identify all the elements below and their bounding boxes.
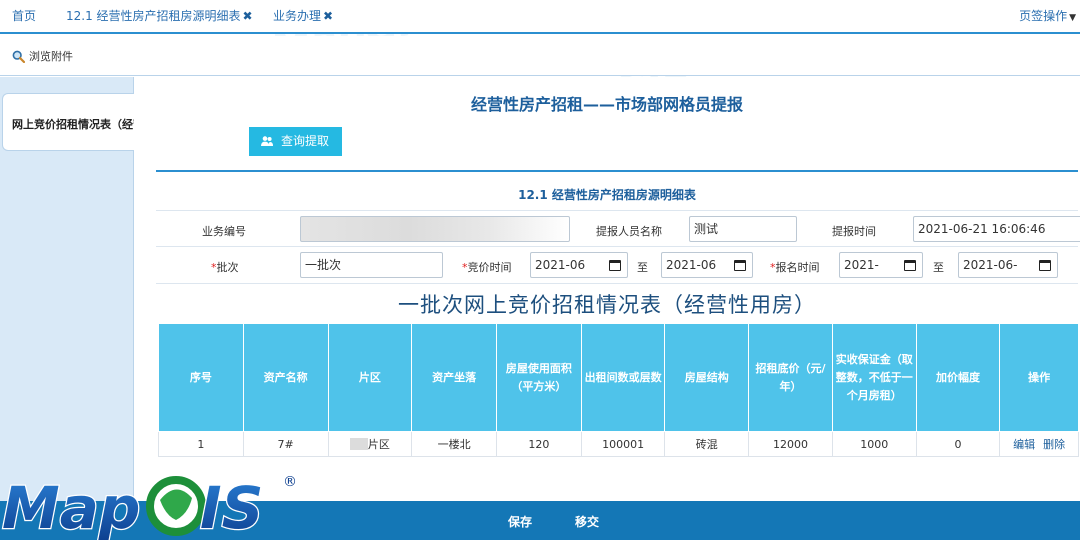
svg-text:Map: Map: [2, 474, 140, 540]
cell-actions: 编辑 删除: [999, 431, 1079, 457]
form-row: *批次 一批次 *竞价时间 2021-06 至 2021-06 *报名时间 20…: [156, 247, 1078, 284]
calendar-icon[interactable]: [904, 260, 916, 271]
signup-time-to-value: 2021-06-: [963, 258, 1018, 272]
reporter-field[interactable]: 测试: [689, 216, 797, 242]
batch-label: *批次: [211, 259, 239, 275]
bid-time-label: *竞价时间: [462, 259, 512, 275]
bid-time-label-text: 竞价时间: [467, 261, 512, 274]
svg-text:IS: IS: [200, 474, 263, 540]
signup-time-label-text: 报名时间: [775, 261, 820, 274]
bid-time-to-field[interactable]: 2021-06: [661, 252, 753, 278]
column-header: 加价幅度: [915, 323, 1001, 432]
users-icon: [261, 136, 273, 146]
table-header-row: 序号 资产名称 片区 资产坐落 房屋使用面积（平方米） 出租间数或层数 房屋结构…: [158, 323, 1079, 432]
calendar-icon[interactable]: [734, 260, 746, 271]
range-to-label: 至: [637, 261, 648, 274]
column-header: 资产坐落: [411, 323, 497, 432]
section-title: 12.1 经营性房产招租房源明细表: [518, 188, 696, 202]
close-icon[interactable]: ✖: [243, 9, 253, 23]
page-title: 经营性房产招租——市场部网格员提报: [470, 95, 743, 114]
save-button[interactable]: 保存: [508, 513, 532, 530]
batch-label-text: 批次: [216, 261, 239, 274]
table-row: 1 7# 片区 一楼北 120 100001 砖混 12000 1000 0 编…: [158, 431, 1079, 457]
business-no-field[interactable]: [300, 216, 570, 242]
signup-time-from-value: 2021-: [844, 258, 879, 272]
tab-label: 业务办理: [273, 9, 322, 23]
close-icon[interactable]: ✖: [323, 9, 333, 23]
tab-house-rental-detail[interactable]: 12.1 经营性房产招租房源明细表 ✖: [66, 0, 253, 32]
column-header: 出租间数或层数: [580, 323, 666, 432]
left-nav-item-label: 网上竞价招租情况表（经营: [12, 118, 134, 131]
browse-attachments-button[interactable]: 浏览附件: [12, 48, 73, 66]
redacted-text: [349, 438, 368, 450]
query-extract-button[interactable]: 查询提取: [249, 127, 342, 156]
tab-bar: 首页 12.1 经营性房产招租房源明细表 ✖ 业务办理 ✖ 页签操作 ▼: [0, 0, 1080, 34]
cell-deposit: 1000: [831, 431, 917, 457]
search-icon: [12, 50, 26, 64]
column-header: 资产名称: [242, 323, 329, 432]
cell-usable-area: 120: [495, 431, 582, 457]
toolbar: 浏览附件: [0, 36, 1080, 76]
business-no-label: 业务编号: [202, 225, 246, 238]
batch-field[interactable]: 一批次: [300, 252, 443, 278]
cell-no: 1: [158, 431, 244, 457]
section-divider: [156, 170, 1078, 172]
signup-time-label: *报名时间: [770, 259, 820, 275]
tab-label: 首页: [12, 9, 37, 23]
cell-area: 片区: [327, 431, 413, 457]
cell-base-price: 12000: [748, 431, 833, 457]
cell-increment: 0: [915, 431, 1001, 457]
registered-mark: ®: [283, 474, 297, 490]
page: MapGIS MapGIS MapGIS MapGIS MapGIS MapGI…: [0, 0, 1080, 540]
column-header: 序号: [158, 323, 244, 432]
cell-location: 一楼北: [411, 431, 497, 457]
calendar-icon[interactable]: [1039, 260, 1051, 271]
bid-time-from-value: 2021-06: [535, 258, 586, 272]
column-header: 房屋结构: [664, 323, 750, 432]
transfer-button[interactable]: 移交: [575, 513, 599, 530]
column-header: 片区: [327, 323, 413, 432]
tab-operations-label: 页签操作: [1019, 9, 1068, 23]
reporter-label: 提报人员名称: [596, 225, 662, 238]
report-time-field[interactable]: 2021-06-21 16:06:46: [913, 216, 1080, 242]
cell-rooms: 100001: [580, 431, 666, 457]
cell-area-suffix: 片区: [367, 438, 390, 451]
left-nav-item-bidding-table[interactable]: 网上竞价招租情况表（经营: [2, 93, 134, 151]
column-header: 实收保证金（取整数，不低于一个月房租）: [831, 323, 917, 432]
tab-operations-menu[interactable]: 页签操作 ▼: [1019, 0, 1076, 32]
tab-label: 12.1 经营性房产招租房源明细表: [66, 9, 241, 23]
calendar-icon[interactable]: [609, 260, 621, 271]
mapgis-logo: Map IS ®: [1, 473, 297, 540]
cell-asset-name: 7#: [242, 431, 329, 457]
bidding-table: 序号 资产名称 片区 资产坐落 房屋使用面积（平方米） 出租间数或层数 房屋结构…: [158, 323, 1079, 457]
delete-link[interactable]: 删除: [1043, 438, 1065, 451]
bid-time-from-field[interactable]: 2021-06: [530, 252, 628, 278]
column-header: 房屋使用面积（平方米）: [495, 323, 582, 432]
signup-time-to-field[interactable]: 2021-06-: [958, 252, 1058, 278]
report-time-label: 提报时间: [832, 225, 876, 238]
form-row: 业务编号 提报人员名称 测试 提报时间 2021-06-21 16:06:46: [156, 210, 1080, 247]
tab-home[interactable]: 首页: [12, 0, 36, 32]
column-header: 操作: [999, 323, 1079, 432]
signup-time-from-field[interactable]: 2021-: [839, 252, 923, 278]
tab-business[interactable]: 业务办理 ✖: [273, 0, 333, 32]
table-title: 一批次网上竞价招租情况表（经营性用房）: [398, 293, 816, 317]
edit-link[interactable]: 编辑: [1013, 438, 1035, 451]
cell-structure: 砖混: [664, 431, 750, 457]
chevron-down-icon: ▼: [1069, 13, 1076, 23]
query-extract-label: 查询提取: [281, 134, 330, 148]
range-to-label: 至: [933, 261, 944, 274]
browse-attachments-label: 浏览附件: [29, 50, 73, 63]
bid-time-to-value: 2021-06: [666, 258, 717, 272]
main-content: 经营性房产招租——市场部网格员提报 查询提取 12.1 经营性房产招租房源明细表…: [134, 77, 1080, 501]
column-header: 招租底价（元/年）: [748, 323, 833, 432]
